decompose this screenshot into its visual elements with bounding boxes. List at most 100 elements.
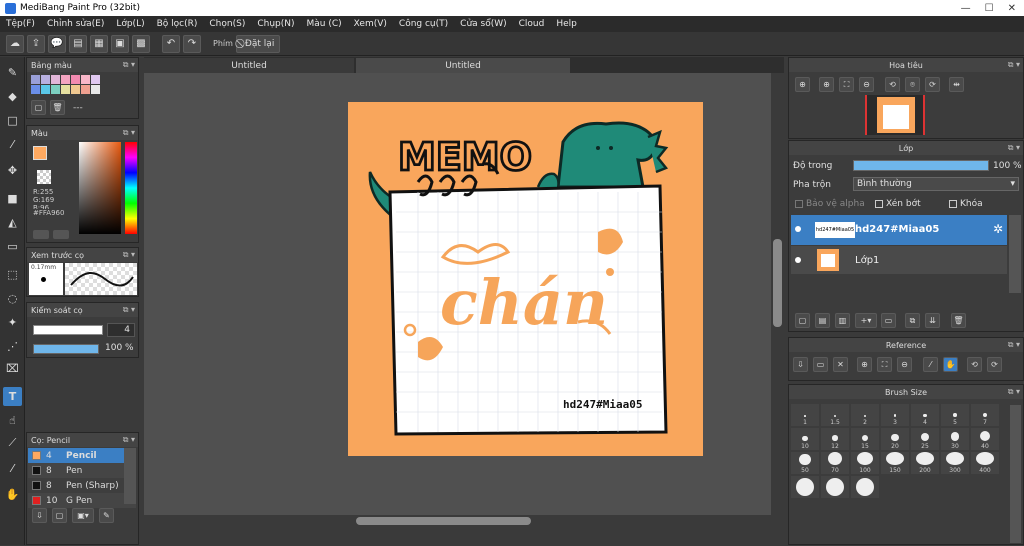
panel-icon[interactable]: ▣ xyxy=(111,34,129,53)
new-halftone-layer-icon[interactable]: ▤ xyxy=(815,313,830,328)
menu-select[interactable]: Chọn(S) xyxy=(203,19,251,29)
brush-size-cell[interactable]: 300 xyxy=(941,452,969,474)
tab-untitled-1[interactable]: Untitled xyxy=(144,58,354,73)
palette-swatch[interactable] xyxy=(71,85,80,94)
reference-eyedropper-icon[interactable]: ⁄ xyxy=(923,357,938,372)
brush-size-cell[interactable]: 15 xyxy=(851,428,879,450)
expand-icon[interactable]: ⧉ ▾ xyxy=(123,60,135,70)
brush-item[interactable]: 4Pencil✲ xyxy=(28,448,136,463)
redo-icon[interactable]: ↷ xyxy=(183,34,201,53)
horizontal-scrollbar[interactable] xyxy=(144,515,771,527)
grid-icon[interactable]: ▩ xyxy=(132,34,150,53)
delete-palette-icon[interactable]: 🗑 xyxy=(50,100,65,115)
expand-icon[interactable]: ⧉ ▾ xyxy=(1008,60,1020,70)
brush-size-cell[interactable]: 7 xyxy=(971,404,999,426)
brush-size-cell[interactable]: 200 xyxy=(911,452,939,474)
hand-tool-icon[interactable]: ✋ xyxy=(3,485,22,504)
move-tool-icon[interactable]: ✥ xyxy=(3,161,22,180)
zoom-in-2-icon[interactable]: ⊕ xyxy=(819,77,834,92)
eraser-tool-icon[interactable]: ◆ xyxy=(3,87,22,106)
delete-layer-icon[interactable]: 🗑 xyxy=(951,313,966,328)
merge-layer-icon[interactable]: ⇊ xyxy=(925,313,940,328)
brush-new-icon[interactable]: ▢ xyxy=(52,508,67,523)
brush-opacity-slider[interactable] xyxy=(33,344,99,354)
palette-swatch[interactable] xyxy=(61,85,70,94)
chat-icon[interactable]: ▤ xyxy=(69,34,87,53)
lock-checkbox[interactable]: Khóa xyxy=(949,199,983,209)
brush-size-cell[interactable] xyxy=(821,476,849,498)
palette-swatch[interactable] xyxy=(91,85,100,94)
foreground-color-swatch[interactable] xyxy=(33,146,47,160)
reference-cloud-icon[interactable]: ⇩ xyxy=(793,357,808,372)
brush-item[interactable]: 8 Pen xyxy=(28,463,136,478)
brush-item[interactable]: 10 G Pen xyxy=(28,493,136,508)
brush-size-input[interactable]: 4 xyxy=(107,323,135,337)
layer-opacity-slider[interactable] xyxy=(853,160,989,171)
brush-item[interactable]: 8 Pen (Sharp) xyxy=(28,478,136,493)
menu-tools[interactable]: Công cụ(T) xyxy=(393,19,454,29)
expand-icon[interactable]: ⧉ ▾ xyxy=(123,305,135,315)
reference-close-icon[interactable]: ✕ xyxy=(833,357,848,372)
menu-snap[interactable]: Chụp(N) xyxy=(251,19,300,29)
bucket-tool-icon[interactable]: ◭ xyxy=(3,213,22,232)
brush-add-icon[interactable]: ▣▾ xyxy=(72,508,94,523)
undo-icon[interactable]: ↶ xyxy=(162,34,180,53)
layer-settings-icon[interactable]: ✲ xyxy=(993,222,1003,236)
color-swap-button[interactable] xyxy=(53,230,69,239)
brush-size-cell[interactable]: 1 xyxy=(791,404,819,426)
brush-size-cell[interactable]: 20 xyxy=(881,428,909,450)
protect-alpha-checkbox[interactable]: Bảo vệ alpha xyxy=(795,199,865,209)
pen-tool-icon[interactable]: ⁄ xyxy=(3,135,22,154)
new-layer-icon[interactable]: ▢ xyxy=(795,313,810,328)
palette-swatch[interactable] xyxy=(71,75,80,84)
expand-icon[interactable]: ⧉ ▾ xyxy=(123,435,135,445)
expand-icon[interactable]: ⧉ ▾ xyxy=(1008,387,1020,397)
dot-tool-icon[interactable]: □ xyxy=(3,111,22,130)
add-layer-menu-icon[interactable]: +▾ xyxy=(855,313,877,328)
menu-cloud[interactable]: Cloud xyxy=(513,19,551,29)
brush-size-cell[interactable]: 3 xyxy=(881,404,909,426)
reference-open-icon[interactable]: ▭ xyxy=(813,357,828,372)
fill-rect-tool-icon[interactable]: ■ xyxy=(3,189,22,208)
palette-swatch[interactable] xyxy=(81,85,90,94)
clipping-checkbox[interactable]: Xén bớt xyxy=(875,199,921,209)
vertical-scrollbar[interactable] xyxy=(771,73,784,515)
brush-list-scrollbar[interactable] xyxy=(124,448,136,504)
zoom-in-icon[interactable]: ⊕ xyxy=(795,77,810,92)
palette-swatch[interactable] xyxy=(31,85,40,94)
magic-wand-tool-icon[interactable]: ✦ xyxy=(3,313,22,332)
cloud-icon[interactable]: ☁ xyxy=(6,34,24,53)
brush-size-cell[interactable]: 25 xyxy=(911,428,939,450)
brush-settings-icon[interactable]: ✎ xyxy=(99,508,114,523)
expand-icon[interactable]: ⧉ ▾ xyxy=(123,128,135,138)
menu-view[interactable]: Xem(V) xyxy=(348,19,393,29)
palette-swatch[interactable] xyxy=(41,75,50,84)
brush-size-cell[interactable]: 5 xyxy=(941,404,969,426)
maximize-button[interactable]: ☐ xyxy=(985,3,994,14)
layer-scrollbar[interactable] xyxy=(1009,215,1021,293)
brush-size-cell[interactable]: 50 xyxy=(791,452,819,474)
palette-swatch[interactable] xyxy=(51,85,60,94)
brush-size-cell[interactable]: 2 xyxy=(851,404,879,426)
menu-edit[interactable]: Chỉnh sửa(E) xyxy=(41,19,110,29)
new-8bit-layer-icon[interactable]: ▥ xyxy=(835,313,850,328)
operation-tool-icon[interactable]: ☝ xyxy=(3,411,22,430)
vertical-scroll-thumb[interactable] xyxy=(773,239,782,327)
color-mode-button[interactable] xyxy=(33,230,49,239)
brush-size-cell[interactable]: 150 xyxy=(881,452,909,474)
brush-size-cell[interactable]: 30 xyxy=(941,428,969,450)
menu-file[interactable]: Tệp(F) xyxy=(0,19,41,29)
brush-size-cell[interactable]: 12 xyxy=(821,428,849,450)
layer-row[interactable]: Lớp1 xyxy=(791,246,1007,274)
brush-size-cell[interactable]: 40 xyxy=(971,428,999,450)
rotate-left-icon[interactable]: ⟲ xyxy=(885,77,900,92)
palette-swatch[interactable] xyxy=(91,75,100,84)
brush-size-cell[interactable]: 10 xyxy=(791,428,819,450)
divide-tool-icon[interactable]: ⟋ xyxy=(3,433,22,452)
reference-zoom-in-icon[interactable]: ⊕ xyxy=(857,357,872,372)
horizontal-scroll-thumb[interactable] xyxy=(356,517,531,525)
menu-layer[interactable]: Lớp(L) xyxy=(110,19,150,29)
brush-size-scrollbar[interactable] xyxy=(1010,405,1021,543)
brush-size-slider[interactable] xyxy=(33,325,103,335)
artwork-canvas[interactable]: MEMO chán hd247#Miaa05 xyxy=(348,102,703,456)
